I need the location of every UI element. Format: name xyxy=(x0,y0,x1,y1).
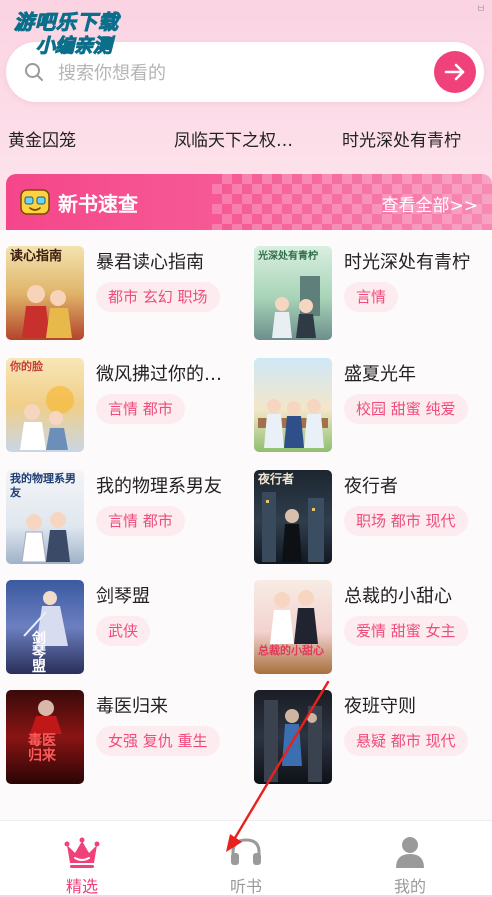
book-card[interactable]: 夜班守则 悬疑 都市 现代 xyxy=(254,690,492,790)
book-tags: 女强 复仇 重生 xyxy=(96,726,220,756)
hot-search-item[interactable]: 凤临天下之权… xyxy=(174,126,293,151)
book-title: 夜班守则 xyxy=(344,696,416,717)
tab-label: 听书 xyxy=(229,877,262,896)
book-title: 微风拂过你的… xyxy=(96,364,222,385)
user-icon xyxy=(396,837,424,868)
book-cover: 剑琴盟 xyxy=(6,580,84,674)
book-cover xyxy=(254,690,332,784)
new-books-banner: 新书速查 查看全部>> xyxy=(6,174,492,230)
book-tags: 武侠 xyxy=(96,616,151,646)
book-cover: 我的物理系男友 xyxy=(6,470,84,564)
tab-featured[interactable]: 精选 xyxy=(0,821,164,896)
book-card[interactable]: 夜行者 夜行者 职场 都市 现代 xyxy=(254,470,492,570)
book-cover: 读心指南 xyxy=(6,246,84,340)
tab-audiobook[interactable]: 听书 xyxy=(164,821,328,896)
hot-search-item[interactable]: 时光深处有青柠 xyxy=(342,126,461,151)
book-title: 总裁的小甜心 xyxy=(344,586,452,607)
book-tags: 悬疑 都市 现代 xyxy=(344,726,468,756)
section-title: 新书速查 xyxy=(58,192,138,216)
book-tags: 都市 玄幻 职场 xyxy=(96,282,220,312)
book-title: 毒医归来 xyxy=(96,696,168,717)
book-title: 时光深处有青柠 xyxy=(344,252,470,273)
book-title: 盛夏光年 xyxy=(344,364,416,385)
book-card[interactable]: 盛夏光年 校园 甜蜜 纯爱 xyxy=(254,358,492,458)
hot-search-row: 黄金囚笼 凤临天下之权… 时光深处有青柠 xyxy=(0,122,492,154)
book-tags: 爱情 甜蜜 女主 xyxy=(344,616,468,646)
arrow-right-icon xyxy=(444,63,465,81)
book-cover: 光深处有青柠 xyxy=(254,246,332,340)
search-submit-button[interactable] xyxy=(434,51,476,93)
watermark-line-1: 游吧乐下载 xyxy=(14,10,119,35)
book-card[interactable]: 读心指南 暴君读心指南 都市 玄幻 职场 xyxy=(6,246,246,346)
book-title: 剑琴盟 xyxy=(96,586,150,607)
book-card[interactable]: 光深处有青柠 时光深处有青柠 言情 xyxy=(254,246,492,346)
view-all-link[interactable]: 查看全部>> xyxy=(382,191,479,216)
watermark-line-2: 小编亲测 xyxy=(36,35,113,58)
book-tags: 言情 都市 xyxy=(96,394,185,424)
book-tags: 言情 xyxy=(344,282,399,312)
book-card[interactable]: 我的物理系男友 我的物理系男友 言情 都市 xyxy=(6,470,246,570)
book-title: 暴君读心指南 xyxy=(96,252,204,273)
book-tags: 职场 都市 现代 xyxy=(344,506,468,536)
book-face-icon xyxy=(20,189,50,215)
book-cover: 毒医归来 xyxy=(6,690,84,784)
book-title: 夜行者 xyxy=(344,476,398,497)
corner-tag: ㅂ xyxy=(475,2,486,15)
book-tags: 言情 都市 xyxy=(96,506,185,536)
watermark: 游吧乐下载 小编亲测 xyxy=(14,10,154,68)
book-cover: 夜行者 xyxy=(254,470,332,564)
tab-label: 我的 xyxy=(393,877,426,896)
tab-profile[interactable]: 我的 xyxy=(328,821,492,896)
book-tags: 校园 甜蜜 纯爱 xyxy=(344,394,468,424)
book-card[interactable]: 毒医归来 毒医归来 女强 复仇 重生 xyxy=(6,690,246,790)
book-cover xyxy=(254,358,332,452)
book-card[interactable]: 你的脸 微风拂过你的… 言情 都市 xyxy=(6,358,246,458)
book-cover: 你的脸 xyxy=(6,358,84,452)
bottom-tab-bar: 精选 听书 我的 xyxy=(0,820,492,896)
book-card[interactable]: 剑琴盟 剑琴盟 武侠 xyxy=(6,580,246,680)
hot-search-item[interactable]: 黄金囚笼 xyxy=(8,126,76,151)
crown-icon xyxy=(64,837,100,868)
tab-label: 精选 xyxy=(65,877,98,896)
book-title: 我的物理系男友 xyxy=(96,476,222,497)
book-cover: 总裁的小甜心 xyxy=(254,580,332,674)
headphones-icon xyxy=(231,838,261,865)
book-card[interactable]: 总裁的小甜心 总裁的小甜心 爱情 甜蜜 女主 xyxy=(254,580,492,680)
